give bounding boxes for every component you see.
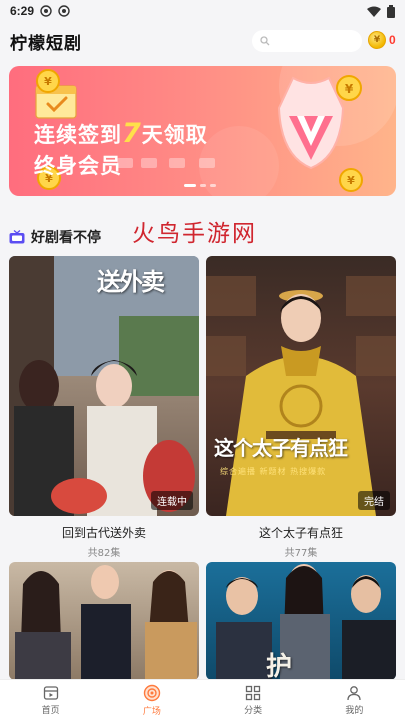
battery-icon bbox=[387, 4, 395, 18]
banner-headline: 连续签到7天领取 bbox=[34, 118, 208, 149]
drama-card[interactable]: 这个太子有点狂 综合遍播 新题材 热搜爆款 完结 这个太子有点狂 共77集 bbox=[206, 256, 396, 559]
bottom-nav: 首页 广场 分类 我的 bbox=[0, 679, 405, 720]
poster-art bbox=[216, 564, 396, 680]
nav-square-label: 广场 bbox=[142, 706, 161, 717]
page-dot bbox=[210, 184, 216, 187]
svg-text:¥: ¥ bbox=[347, 174, 355, 187]
banner-prefix: 连续签到 bbox=[34, 123, 122, 147]
banner-pagination bbox=[184, 184, 216, 187]
banner-days: 7 bbox=[122, 118, 142, 149]
status-badge: 连载中 bbox=[151, 491, 193, 510]
svg-text:¥: ¥ bbox=[345, 82, 354, 96]
signin-banner[interactable]: ¥ ¥ ¥ ¥ 连续签到7天领取 终身会员 bbox=[9, 66, 396, 196]
nav-profile[interactable]: 我的 bbox=[304, 680, 405, 720]
banner-suffix: 天领取 bbox=[141, 123, 208, 147]
poster-art bbox=[206, 276, 396, 516]
status-bar: 6:29 bbox=[0, 0, 405, 22]
drama-title[interactable]: 这个太子有点狂 bbox=[206, 524, 396, 541]
svg-text:¥: ¥ bbox=[44, 75, 52, 88]
section-title: 好剧看不停 bbox=[31, 230, 101, 246]
drama-poster[interactable]: 送外卖 连载中 bbox=[9, 256, 199, 516]
poster-art bbox=[15, 565, 197, 680]
status-time: 6:29 bbox=[10, 4, 35, 18]
status-badge: 完结 bbox=[358, 491, 390, 510]
poster-title: 护 bbox=[266, 652, 293, 680]
drama-card[interactable]: 送外卖 连载中 回到古代送外卖 共82集 bbox=[9, 256, 199, 559]
poster-title: 这个太子有点狂 bbox=[214, 436, 348, 460]
nav-category-label: 分类 bbox=[244, 705, 263, 716]
coin-count: 0 bbox=[389, 33, 396, 47]
section-header: 好剧看不停 bbox=[9, 227, 101, 247]
nav-square[interactable]: 广场 bbox=[101, 680, 202, 720]
drama-poster[interactable]: 这个太子有点狂 综合遍播 新题材 热搜爆款 完结 bbox=[206, 256, 396, 516]
page-dot bbox=[184, 184, 196, 187]
drama-card[interactable] bbox=[9, 562, 199, 680]
drama-poster[interactable] bbox=[9, 562, 199, 680]
episode-count: 共82集 bbox=[87, 548, 121, 559]
coin-icon: ¥ bbox=[368, 31, 386, 49]
square-icon bbox=[143, 684, 161, 701]
poster-title: 送外卖 bbox=[97, 267, 165, 296]
drama-title[interactable]: 回到古代送外卖 bbox=[9, 524, 199, 541]
wifi-icon bbox=[367, 6, 381, 17]
coin-balance[interactable]: ¥ 0 bbox=[368, 31, 396, 49]
app-header: 柠檬短剧 ¥ 0 bbox=[0, 24, 405, 58]
notification-icon-2 bbox=[58, 5, 70, 17]
profile-icon bbox=[347, 685, 362, 700]
app-screen: 6:29 柠檬短剧 ¥ 0 ¥ ¥ ¥ ¥ 连续签到7天领取 终身会员 好剧看不… bbox=[0, 0, 405, 720]
nav-home-label: 首页 bbox=[41, 705, 60, 716]
drama-poster[interactable]: 护 bbox=[206, 562, 396, 680]
page-dot bbox=[200, 184, 206, 187]
tv-icon bbox=[9, 230, 25, 244]
episode-count: 共77集 bbox=[284, 548, 318, 559]
search-input[interactable] bbox=[252, 30, 362, 52]
poster-subtitle: 综合遍播 新题材 热搜爆款 bbox=[220, 467, 327, 476]
app-title: 柠檬短剧 bbox=[10, 33, 82, 54]
nav-home[interactable]: 首页 bbox=[0, 680, 101, 720]
notification-icon bbox=[40, 5, 52, 17]
watermark: 火鸟手游网 bbox=[132, 221, 257, 247]
nav-profile-label: 我的 bbox=[345, 705, 364, 716]
category-icon bbox=[245, 685, 261, 700]
nav-category[interactable]: 分类 bbox=[203, 680, 304, 720]
drama-card[interactable]: 护 bbox=[206, 562, 396, 680]
home-icon bbox=[43, 685, 58, 700]
banner-subline: 终身会员 bbox=[34, 154, 122, 178]
search-icon bbox=[260, 36, 270, 46]
